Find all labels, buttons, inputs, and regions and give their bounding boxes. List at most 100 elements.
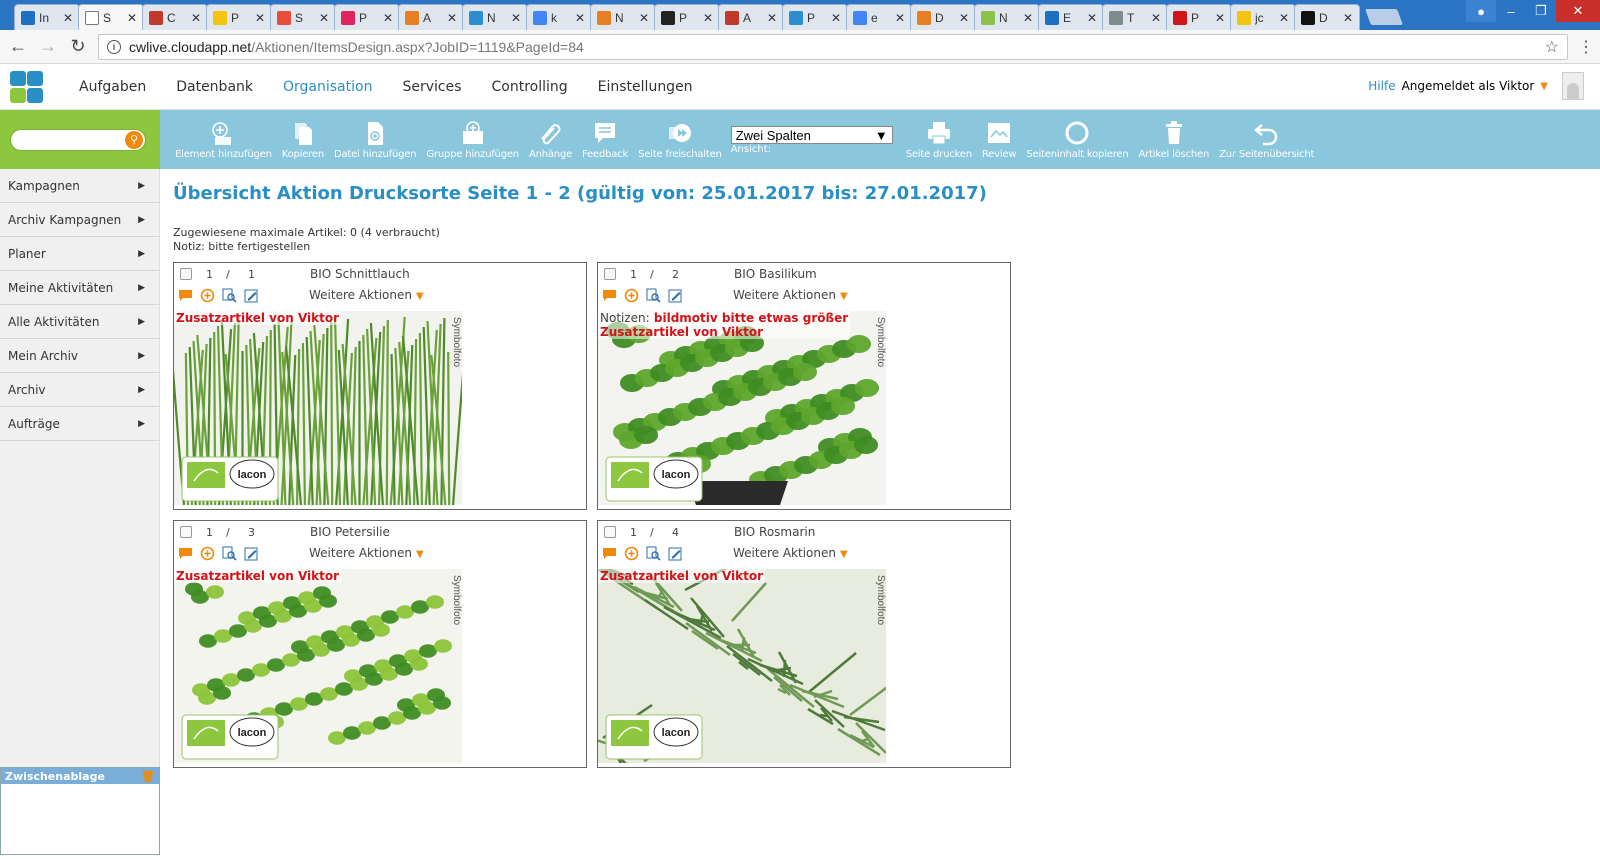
search-icon[interactable]: ⚲ bbox=[125, 130, 143, 149]
clipboard-panel[interactable]: Zwischenablage 🗑 bbox=[0, 767, 160, 855]
close-tab-icon[interactable]: ✕ bbox=[319, 11, 329, 25]
comment-icon[interactable] bbox=[602, 288, 617, 303]
article-photo[interactable]: lacon Symbolfoto bbox=[174, 311, 462, 505]
browser-tab[interactable]: N ✕ bbox=[462, 4, 528, 30]
article-photo[interactable]: lacon Symbolfoto bbox=[174, 569, 462, 763]
close-tab-icon[interactable]: ✕ bbox=[447, 11, 457, 25]
preview-icon[interactable] bbox=[646, 546, 661, 561]
browser-tab[interactable]: P ✕ bbox=[334, 4, 400, 30]
nav-organisation[interactable]: Organisation bbox=[268, 79, 387, 95]
nav-aufgaben[interactable]: Aufgaben bbox=[64, 79, 161, 95]
browser-tab[interactable]: jc ✕ bbox=[1230, 4, 1296, 30]
add-circle-icon[interactable] bbox=[624, 546, 639, 561]
comment-icon[interactable] bbox=[178, 546, 193, 561]
close-tab-icon[interactable]: ✕ bbox=[1279, 11, 1289, 25]
browser-tab[interactable]: E ✕ bbox=[1038, 4, 1104, 30]
browser-tab[interactable]: P ✕ bbox=[654, 4, 720, 30]
file-add-button[interactable]: Datei hinzufügen bbox=[329, 119, 421, 160]
search-input[interactable]: ⚲ bbox=[10, 128, 146, 151]
close-tab-icon[interactable]: ✕ bbox=[1151, 11, 1161, 25]
article-photo[interactable]: lacon Symbolfoto bbox=[598, 569, 886, 763]
feedback-button[interactable]: Feedback bbox=[577, 119, 633, 160]
group-add-button[interactable]: Gruppe hinzufügen bbox=[421, 119, 524, 160]
edit-icon[interactable] bbox=[668, 546, 683, 561]
close-tab-icon[interactable]: ✕ bbox=[1343, 11, 1353, 25]
site-info-icon[interactable]: i bbox=[107, 39, 121, 54]
new-tab-button[interactable] bbox=[1365, 9, 1403, 25]
close-tab-icon[interactable]: ✕ bbox=[895, 11, 905, 25]
sidebar-item-planer[interactable]: Planer ▶ bbox=[0, 237, 159, 271]
element-add-button[interactable]: Element hinzufügen bbox=[170, 119, 277, 160]
article-checkbox[interactable] bbox=[604, 526, 616, 538]
page-release-button[interactable]: Seite freischalten bbox=[633, 119, 727, 160]
browser-menu-icon[interactable]: ⋮ bbox=[1578, 37, 1594, 57]
article-card[interactable]: 1 / 1 BIO Schnittlauch Weitere Aktionen ▼… bbox=[173, 262, 587, 510]
browser-tab[interactable]: N ✕ bbox=[590, 4, 656, 30]
sidebar-item-mein-archiv[interactable]: Mein Archiv ▶ bbox=[0, 339, 159, 373]
more-actions-dropdown[interactable]: Weitere Aktionen ▼ bbox=[733, 288, 848, 302]
nav-datenbank[interactable]: Datenbank bbox=[161, 79, 268, 95]
browser-tab[interactable]: S ✕ bbox=[270, 4, 336, 30]
close-tab-icon[interactable]: ✕ bbox=[831, 11, 841, 25]
to-overview-button[interactable]: Zur Seitenübersicht bbox=[1214, 119, 1319, 160]
browser-tab[interactable]: P ✕ bbox=[1166, 4, 1232, 30]
delete-article-button[interactable]: Artikel löschen bbox=[1134, 119, 1215, 160]
nav-einstellungen[interactable]: Einstellungen bbox=[583, 79, 708, 95]
article-card[interactable]: 1 / 4 BIO Rosmarin Weitere Aktionen ▼ lac… bbox=[597, 520, 1011, 768]
sidebar-item-auftraege[interactable]: Aufträge ▶ bbox=[0, 407, 159, 441]
article-checkbox[interactable] bbox=[180, 268, 192, 280]
close-tab-icon[interactable]: ✕ bbox=[959, 11, 969, 25]
back-button[interactable]: ← bbox=[8, 36, 28, 57]
close-tab-icon[interactable]: ✕ bbox=[255, 11, 265, 25]
close-tab-icon[interactable]: ✕ bbox=[639, 11, 649, 25]
close-tab-icon[interactable]: ✕ bbox=[1215, 11, 1225, 25]
browser-tab[interactable]: P ✕ bbox=[782, 4, 848, 30]
browser-tab[interactable]: S ✕ bbox=[78, 4, 144, 30]
maximize-button[interactable]: ❐ bbox=[1526, 0, 1556, 22]
close-tab-icon[interactable]: ✕ bbox=[575, 11, 585, 25]
close-tab-icon[interactable]: ✕ bbox=[383, 11, 393, 25]
trash-icon[interactable]: 🗑 bbox=[141, 770, 155, 783]
more-actions-dropdown[interactable]: Weitere Aktionen ▼ bbox=[733, 546, 848, 560]
copy-page-content-button[interactable]: Seiteninhalt kopieren bbox=[1021, 119, 1133, 160]
comment-icon[interactable] bbox=[178, 288, 193, 303]
forward-button[interactable]: → bbox=[38, 36, 58, 57]
sidebar-item-kampagnen[interactable]: Kampagnen ▶ bbox=[0, 169, 159, 203]
browser-tab[interactable]: k ✕ bbox=[526, 4, 592, 30]
copy-button[interactable]: Kopieren bbox=[277, 119, 329, 160]
review-button[interactable]: Review bbox=[977, 119, 1021, 160]
article-card[interactable]: 1 / 2 BIO Basilikum Weitere Aktionen ▼ la… bbox=[597, 262, 1011, 510]
close-tab-icon[interactable]: ✕ bbox=[703, 11, 713, 25]
minimize-button[interactable]: – bbox=[1496, 0, 1526, 22]
close-tab-icon[interactable]: ✕ bbox=[127, 11, 137, 25]
help-link[interactable]: Hilfe bbox=[1368, 79, 1395, 93]
article-photo[interactable]: lacon Symbolfoto bbox=[598, 311, 886, 505]
article-checkbox[interactable] bbox=[180, 526, 192, 538]
preview-icon[interactable] bbox=[222, 546, 237, 561]
browser-tab[interactable]: A ✕ bbox=[718, 4, 784, 30]
bookmark-star-icon[interactable]: ☆ bbox=[1545, 37, 1559, 57]
more-actions-dropdown[interactable]: Weitere Aktionen ▼ bbox=[309, 546, 424, 560]
chevron-down-icon[interactable]: ▼ bbox=[1540, 81, 1548, 92]
logged-in-label[interactable]: Angemeldet als Viktor bbox=[1402, 79, 1535, 93]
close-tab-icon[interactable]: ✕ bbox=[63, 11, 73, 25]
more-actions-dropdown[interactable]: Weitere Aktionen ▼ bbox=[309, 288, 424, 302]
browser-tab[interactable]: D ✕ bbox=[910, 4, 976, 30]
sidebar-item-archiv[interactable]: Archiv ▶ bbox=[0, 373, 159, 407]
app-logo[interactable] bbox=[8, 70, 44, 103]
edit-icon[interactable] bbox=[668, 288, 683, 303]
close-tab-icon[interactable]: ✕ bbox=[1087, 11, 1097, 25]
sidebar-item-alle-aktivitaeten[interactable]: Alle Aktivitäten ▶ bbox=[0, 305, 159, 339]
view-select[interactable]: Zwei Spalten ▼ bbox=[730, 126, 893, 144]
add-circle-icon[interactable] bbox=[624, 288, 639, 303]
attachments-button[interactable]: Anhänge bbox=[524, 119, 577, 160]
profile-icon[interactable]: ● bbox=[1466, 0, 1496, 22]
article-card[interactable]: 1 / 3 BIO Petersilie Weitere Aktionen ▼ l… bbox=[173, 520, 587, 768]
browser-tab[interactable]: A ✕ bbox=[398, 4, 464, 30]
close-tab-icon[interactable]: ✕ bbox=[191, 11, 201, 25]
browser-tab[interactable]: N ✕ bbox=[974, 4, 1040, 30]
browser-tab[interactable]: P ✕ bbox=[206, 4, 272, 30]
add-circle-icon[interactable] bbox=[200, 546, 215, 561]
close-tab-icon[interactable]: ✕ bbox=[511, 11, 521, 25]
preview-icon[interactable] bbox=[646, 288, 661, 303]
